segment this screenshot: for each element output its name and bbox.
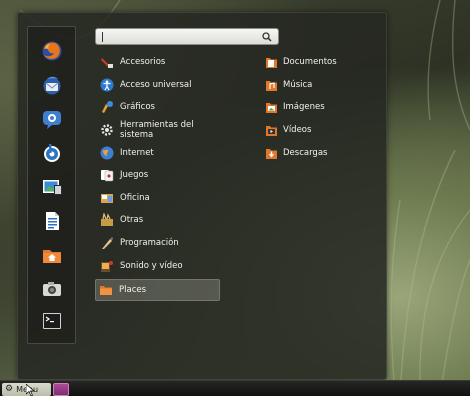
internet-icon [100, 146, 114, 160]
favorites-bar [27, 26, 76, 344]
place-label: Documentos [283, 57, 337, 67]
taskbar-window-button[interactable] [53, 383, 69, 396]
favorite-thunderbird[interactable] [40, 73, 64, 97]
bottom-panel: ⚙ Menu [0, 380, 470, 396]
category-label: Juegos [120, 170, 149, 180]
favorite-empathy[interactable] [40, 107, 64, 131]
place-imagenes[interactable]: Imágenes [265, 98, 325, 116]
place-label: Imágenes [283, 102, 325, 112]
category-label: Gráficos [120, 102, 155, 112]
home-folder-icon [43, 250, 61, 263]
thunderbird-icon [43, 76, 61, 95]
place-label: Vídeos [283, 125, 312, 135]
place-label: Música [283, 80, 313, 90]
music-folder-icon [266, 80, 277, 91]
category-internet[interactable]: Internet [97, 143, 221, 163]
category-label: Acceso universal [120, 80, 192, 90]
category-label: Internet [120, 148, 154, 158]
document-icon [46, 212, 59, 230]
category-label: Oficina [120, 193, 150, 203]
firefox-icon [42, 41, 62, 61]
favorite-screenshot[interactable] [40, 175, 64, 199]
other-icon [101, 213, 113, 226]
videos-folder-icon [266, 125, 277, 136]
category-label: Herramientas del sistema [120, 120, 194, 140]
place-descargas[interactable]: Descargas [265, 144, 327, 162]
graphics-icon [102, 101, 113, 113]
banshee-icon [44, 144, 60, 162]
mouse-cursor-icon [26, 384, 35, 396]
places-folder-icon [100, 286, 112, 295]
empathy-icon [43, 111, 61, 129]
search-icon[interactable] [262, 32, 272, 42]
category-oficina[interactable]: Oficina [97, 188, 221, 208]
documents-folder-icon [266, 57, 277, 68]
programming-icon [102, 237, 113, 249]
place-musica[interactable]: Música [265, 76, 312, 94]
search-input[interactable] [95, 28, 279, 45]
gear-icon: ⚙ [5, 384, 14, 394]
text-caret [102, 32, 103, 42]
category-sonido-video[interactable]: Sonido y vídeo [97, 256, 221, 276]
favorite-banshee[interactable] [40, 141, 64, 165]
favorite-firefox[interactable] [40, 39, 64, 63]
category-label: Places [119, 285, 147, 295]
terminal-icon [43, 313, 61, 329]
accessibility-icon [100, 78, 114, 92]
system-tools-icon [101, 124, 113, 136]
favorite-camera[interactable] [40, 277, 64, 301]
category-accesorios[interactable]: Accesorios [97, 52, 221, 72]
category-otras[interactable]: Otras [97, 210, 221, 230]
category-juegos[interactable]: Juegos [97, 165, 221, 185]
category-graficos[interactable]: Gráficos [97, 97, 221, 117]
category-label: Sonido y vídeo [120, 261, 183, 271]
camera-icon [43, 282, 61, 296]
category-programacion[interactable]: Programación [97, 233, 221, 253]
sound-video-icon [101, 261, 113, 272]
favorite-terminal[interactable] [40, 309, 64, 333]
category-places[interactable]: Places [95, 279, 220, 301]
pictures-folder-icon [266, 102, 277, 113]
category-label: Programación [120, 238, 179, 248]
category-acceso-universal[interactable]: Acceso universal [97, 75, 221, 95]
favorite-home-folder[interactable] [40, 243, 64, 267]
category-label: Otras [120, 215, 144, 225]
category-herramientas[interactable]: Herramientas del sistema [97, 120, 221, 140]
category-label: Accesorios [120, 57, 166, 67]
screenshot-icon [43, 180, 62, 195]
place-videos[interactable]: Vídeos [265, 121, 311, 139]
office-icon [101, 194, 113, 203]
place-label: Descargas [283, 148, 328, 158]
games-icon [101, 170, 114, 182]
accessories-icon [101, 58, 113, 68]
favorite-document[interactable] [40, 209, 64, 233]
place-documentos[interactable]: Documentos [265, 53, 337, 71]
downloads-folder-icon [266, 148, 277, 159]
